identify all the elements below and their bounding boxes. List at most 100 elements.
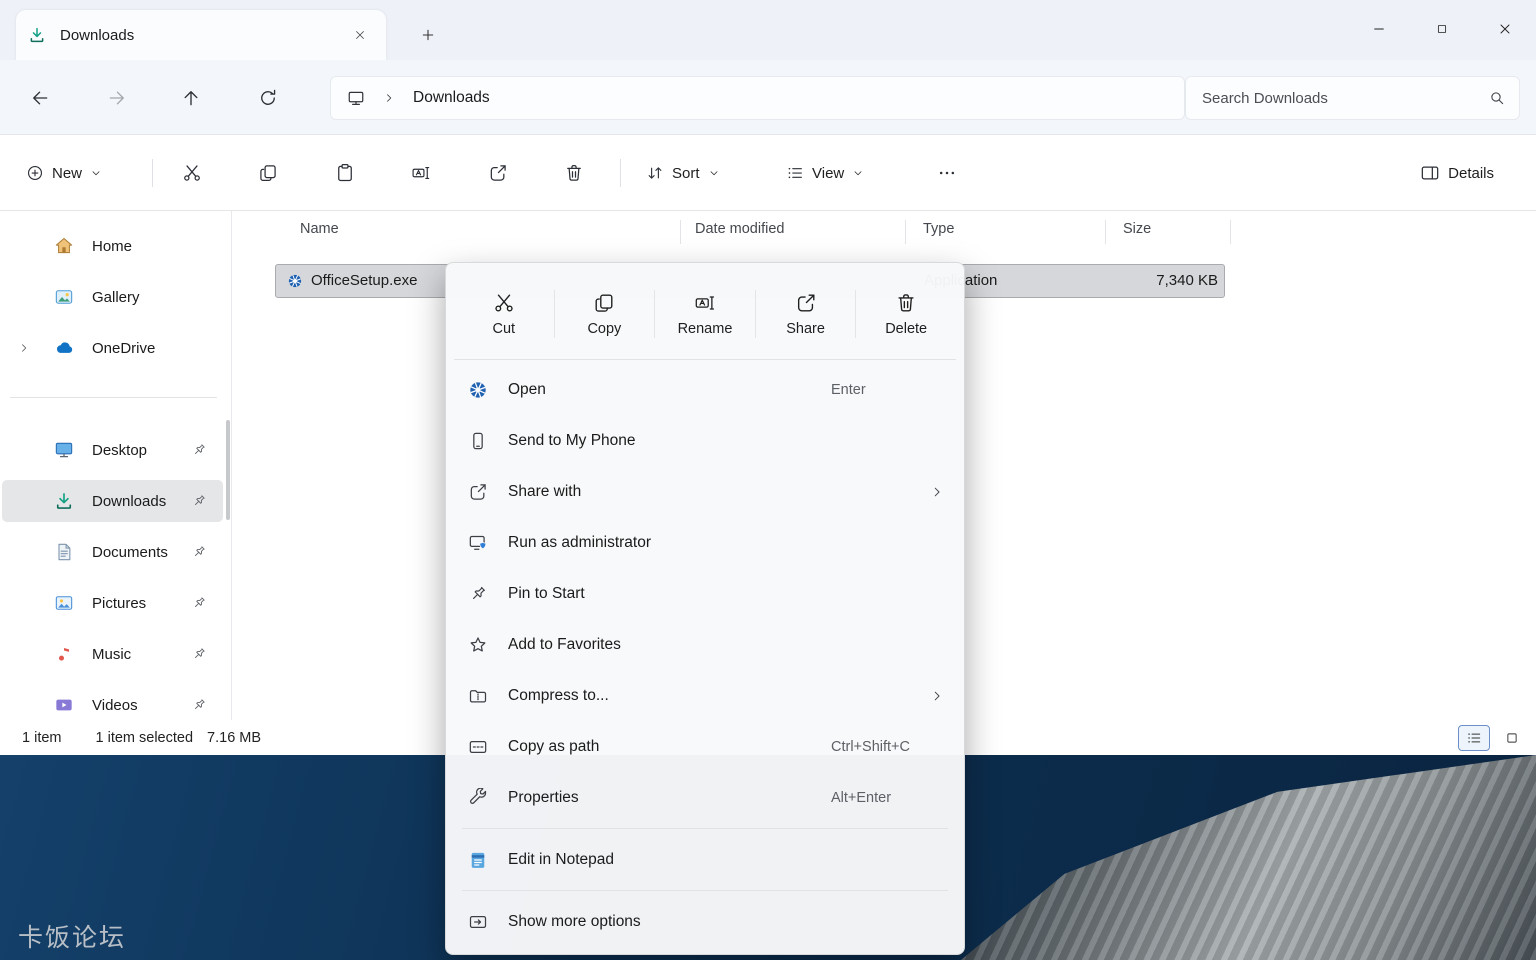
tab-close-button[interactable]	[346, 21, 374, 49]
menu-item-compress-to[interactable]: Compress to...	[452, 670, 958, 721]
sidebar-item-desktop[interactable]: Desktop	[2, 429, 223, 471]
menu-item-run-as-administrator[interactable]: Run as administrator	[452, 517, 958, 568]
search-icon[interactable]	[1489, 90, 1505, 106]
column-resize-handle[interactable]	[905, 220, 906, 244]
view-button[interactable]: View	[778, 153, 872, 193]
menu-item-add-to-favorites[interactable]: Add to Favorites	[452, 619, 958, 670]
menu-divider	[462, 890, 948, 891]
view-toggles	[1458, 725, 1528, 751]
maximize-icon	[1435, 22, 1449, 36]
admin-shield-icon	[468, 533, 488, 553]
this-pc-icon[interactable]	[347, 89, 365, 107]
sidebar-item-label: OneDrive	[92, 340, 155, 357]
column-header-type[interactable]: Type	[923, 221, 954, 237]
quick-share-button[interactable]: Share	[756, 269, 856, 359]
delete-button[interactable]	[552, 153, 596, 193]
maximize-button[interactable]	[1410, 0, 1473, 58]
view-label: View	[812, 165, 844, 182]
sidebar-item-pictures[interactable]: Pictures	[2, 582, 223, 624]
toolbar-separator	[152, 159, 153, 187]
quick-delete-button[interactable]: Delete	[856, 269, 956, 359]
title-bar: Downloads	[0, 0, 1536, 60]
details-view-toggle[interactable]	[1458, 725, 1490, 751]
sidebar-item-music[interactable]: Music	[2, 633, 223, 675]
rename-button[interactable]	[399, 153, 443, 193]
rename-icon	[411, 163, 431, 183]
menu-item-share-with[interactable]: Share with	[452, 466, 958, 517]
sidebar-item-onedrive[interactable]: OneDrive	[2, 327, 223, 369]
new-label: New	[52, 165, 82, 182]
details-label: Details	[1448, 165, 1494, 182]
column-header-size[interactable]: Size	[1123, 221, 1151, 237]
menu-item-properties[interactable]: Properties Alt+Enter	[452, 772, 958, 823]
submenu-chevron-icon	[930, 485, 944, 499]
minimize-button[interactable]	[1347, 0, 1410, 58]
refresh-button[interactable]	[246, 76, 290, 120]
desktop-icon	[54, 440, 74, 460]
delete-icon	[564, 163, 584, 183]
sidebar-item-documents[interactable]: Documents	[2, 531, 223, 573]
paste-button[interactable]	[323, 153, 367, 193]
menu-item-label: Send to My Phone	[508, 432, 636, 450]
column-resize-handle[interactable]	[1105, 220, 1106, 244]
tab-downloads[interactable]: Downloads	[16, 10, 386, 60]
quick-cut-button[interactable]: Cut	[454, 269, 554, 359]
cut-button[interactable]	[170, 153, 214, 193]
share-button[interactable]	[476, 153, 520, 193]
menu-item-copy-as-path[interactable]: Copy as path Ctrl+Shift+C	[452, 721, 958, 772]
close-icon	[353, 28, 367, 42]
wallpaper-driftwood	[961, 755, 1536, 960]
quick-copy-button[interactable]: Copy	[555, 269, 655, 359]
new-tab-button[interactable]	[412, 19, 444, 51]
tab-title: Downloads	[60, 27, 134, 44]
toolbar-separator	[620, 159, 621, 187]
sidebar-item-label: Pictures	[92, 595, 146, 612]
menu-item-open[interactable]: Open Enter	[452, 364, 958, 415]
downloads-icon	[54, 491, 74, 511]
selection-size: 7.16 MB	[207, 730, 261, 746]
forward-button[interactable]	[95, 76, 139, 120]
search-input[interactable]	[1200, 89, 1489, 108]
column-header-name[interactable]: Name	[300, 221, 339, 237]
share-icon	[468, 482, 488, 502]
details-button[interactable]: Details	[1412, 153, 1510, 193]
sidebar-item-label: Videos	[92, 697, 138, 714]
notepad-icon	[468, 850, 488, 870]
pin-icon	[191, 442, 207, 458]
menu-item-label: Edit in Notepad	[508, 851, 614, 869]
cut-icon	[182, 163, 202, 183]
close-button[interactable]	[1473, 0, 1536, 58]
breadcrumb-downloads[interactable]: Downloads	[413, 89, 490, 107]
videos-icon	[54, 695, 74, 715]
menu-item-pin-to-start[interactable]: Pin to Start	[452, 568, 958, 619]
large-icons-view-toggle[interactable]	[1496, 725, 1528, 751]
sidebar-item-downloads[interactable]: Downloads	[2, 480, 223, 522]
sidebar-scrollbar[interactable]	[226, 420, 230, 520]
up-button[interactable]	[169, 76, 213, 120]
menu-item-send-to-my-phone[interactable]: Send to My Phone	[452, 415, 958, 466]
chevron-right-icon[interactable]	[18, 342, 30, 354]
menu-item-edit-in-notepad[interactable]: Edit in Notepad	[452, 834, 958, 885]
sidebar-item-home[interactable]: Home	[2, 225, 223, 267]
search-box[interactable]	[1185, 76, 1520, 120]
details-view-icon	[1466, 730, 1482, 746]
back-button[interactable]	[18, 76, 62, 120]
menu-item-show-more-options[interactable]: Show more options	[452, 896, 958, 947]
column-resize-handle[interactable]	[680, 220, 681, 244]
sidebar-item-gallery[interactable]: Gallery	[2, 276, 223, 318]
sort-icon	[646, 164, 664, 182]
sort-button[interactable]: Sort	[638, 153, 728, 193]
file-name: OfficeSetup.exe	[311, 272, 417, 289]
menu-divider	[462, 828, 948, 829]
column-resize-handle[interactable]	[1230, 220, 1231, 244]
column-header-date-modified[interactable]: Date modified	[695, 221, 784, 237]
new-button[interactable]: New	[20, 153, 108, 193]
share-icon	[795, 292, 817, 314]
quick-rename-button[interactable]: Rename	[655, 269, 755, 359]
sidebar-item-label: Gallery	[92, 289, 140, 306]
quick-action-label: Cut	[493, 321, 516, 337]
address-bar[interactable]: Downloads	[330, 76, 1185, 120]
see-more-button[interactable]	[925, 153, 969, 193]
pin-icon	[191, 595, 207, 611]
copy-button[interactable]	[246, 153, 290, 193]
